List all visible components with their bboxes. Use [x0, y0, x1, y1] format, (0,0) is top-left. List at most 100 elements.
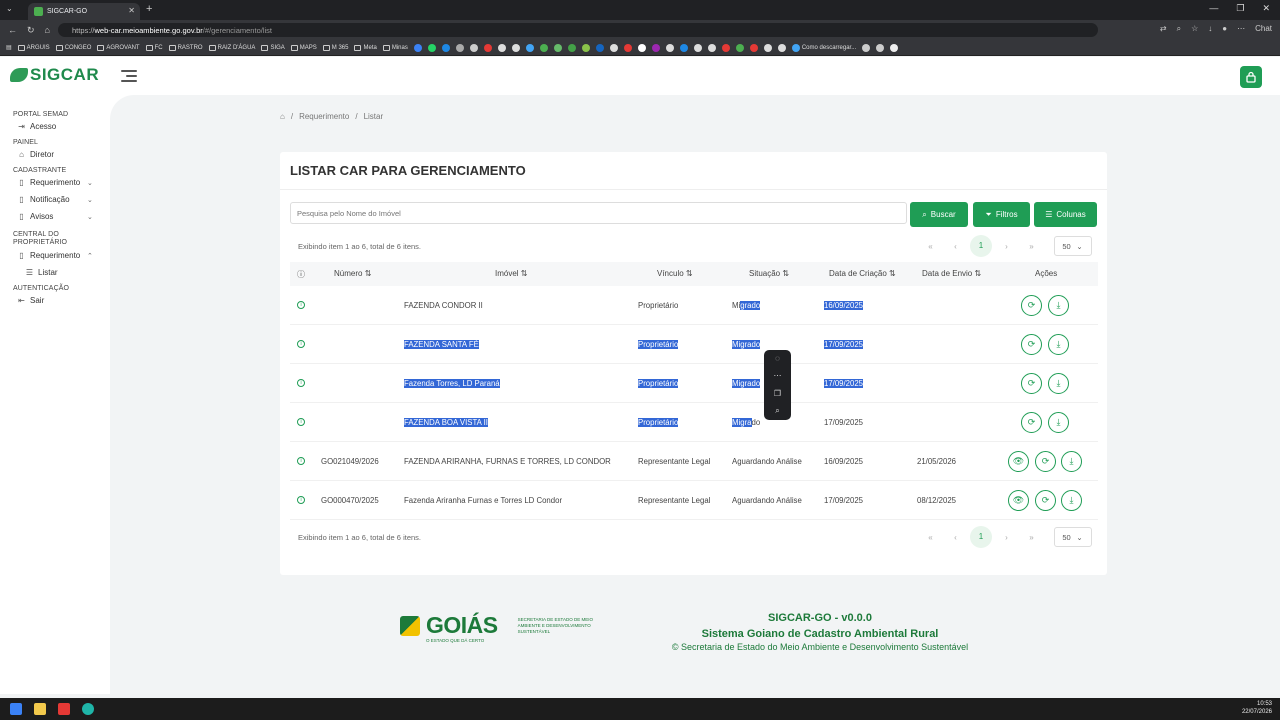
hide-icon[interactable]: ◌: [775, 354, 780, 363]
col-situacao[interactable]: Situação ⇅: [749, 269, 789, 278]
page-size-select[interactable]: 50 ⌄: [1054, 236, 1092, 256]
filtros-button[interactable]: ⏷ Filtros: [973, 202, 1030, 227]
bookmark-site-icon[interactable]: [511, 43, 520, 52]
sync-button[interactable]: ⟳: [1035, 490, 1056, 511]
page-number[interactable]: 1: [970, 235, 992, 257]
bookmark-site-icon[interactable]: [735, 43, 744, 52]
next-page-icon[interactable]: ›: [994, 242, 1019, 251]
bookmark-folder[interactable]: ARGUIS: [17, 44, 50, 51]
browser-tab[interactable]: SIGCAR-GO ✕: [28, 3, 140, 20]
bookmark-site-icon[interactable]: [441, 43, 450, 52]
bookmark-site-icon[interactable]: [763, 43, 772, 52]
table-row[interactable]: i FAZENDA SANTA FÉ Proprietário Migrado …: [290, 325, 1098, 364]
bookmark-folder[interactable]: Minas: [382, 44, 408, 51]
close-window-icon[interactable]: ✕: [1262, 3, 1270, 14]
buscar-button[interactable]: ⌕ Buscar: [910, 202, 968, 227]
info-icon[interactable]: i: [297, 457, 305, 465]
sync-button[interactable]: ⟳: [1021, 373, 1042, 394]
bookmark-site-icon[interactable]: [707, 43, 716, 52]
bookmark-site-icon[interactable]: [693, 43, 702, 52]
sync-button[interactable]: ⟳: [1035, 451, 1056, 472]
col-data-envio[interactable]: Data de Envio ⇅: [922, 269, 981, 278]
bookmark-site-icon[interactable]: [483, 43, 492, 52]
bookmark-folder[interactable]: CONGEO: [55, 44, 91, 51]
restore-icon[interactable]: ❐: [1236, 3, 1244, 14]
download-button[interactable]: ⤓: [1048, 295, 1069, 316]
sidebar-item-diretor[interactable]: ⌂ Diretor: [17, 146, 110, 163]
info-icon[interactable]: i: [297, 340, 305, 348]
favorite-star-icon[interactable]: ☆: [1191, 24, 1198, 34]
last-page-icon[interactable]: »: [1019, 533, 1044, 542]
next-page-icon[interactable]: ›: [994, 533, 1019, 542]
bookmark-site-icon[interactable]: [427, 43, 436, 52]
info-icon[interactable]: i: [297, 379, 305, 387]
bookmark-site-icon[interactable]: [749, 43, 758, 52]
lock-button[interactable]: [1240, 66, 1262, 88]
bookmark-site-icon[interactable]: [862, 43, 871, 52]
page-size-select[interactable]: 50 ⌄: [1054, 527, 1092, 547]
menu-dots-icon[interactable]: ⋯: [1237, 24, 1245, 34]
table-row[interactable]: i GO021049/2026 FAZENDA ARIRANHA, FURNAS…: [290, 442, 1098, 481]
col-data-criacao[interactable]: Data de Criação ⇅: [829, 269, 896, 278]
bookmark-site-icon[interactable]: [413, 43, 422, 52]
bookmark-site-icon[interactable]: [595, 43, 604, 52]
table-row[interactable]: i GO000470/2025 Fazenda Ariranha Furnas …: [290, 481, 1098, 520]
bookmark-site-icon[interactable]: [469, 43, 478, 52]
bookmark-site-icon[interactable]: [567, 43, 576, 52]
bookmark-folder[interactable]: MAPS: [290, 44, 317, 51]
bookmark-site-icon[interactable]: [553, 43, 562, 52]
info-icon[interactable]: i: [297, 301, 305, 309]
bookmark-site-icon[interactable]: [637, 43, 646, 52]
sidebar-item-listar[interactable]: ☰ Listar: [25, 264, 110, 281]
bookmark-folder[interactable]: RAIZ D'ÁGUA: [208, 44, 255, 51]
bookmark-site-icon[interactable]: [679, 43, 688, 52]
bookmark-site-icon[interactable]: [721, 43, 730, 52]
chat-button[interactable]: Chat: [1255, 24, 1272, 34]
sync-button[interactable]: ⟳: [1021, 334, 1042, 355]
bookmark-apps-icon[interactable]: ▤: [6, 44, 12, 51]
acrobat-icon[interactable]: [58, 703, 70, 715]
new-tab-icon[interactable]: +: [146, 3, 152, 15]
prev-page-icon[interactable]: ‹: [943, 533, 968, 542]
bookmark-folder[interactable]: RASTRO: [168, 44, 203, 51]
colunas-button[interactable]: ☰ Colunas: [1034, 202, 1097, 227]
bookmark-site-icon[interactable]: [455, 43, 464, 52]
translate-icon[interactable]: ⇄: [1160, 24, 1167, 34]
view-button[interactable]: 👁: [1008, 490, 1029, 511]
windows-start-icon[interactable]: [10, 703, 22, 715]
download-button[interactable]: ⤓: [1061, 451, 1082, 472]
bookmark-site-icon[interactable]: [651, 43, 660, 52]
tab-list-icon[interactable]: ⌄: [6, 4, 13, 13]
bookmark-site-icon[interactable]: [539, 43, 548, 52]
download-button[interactable]: ⤓: [1048, 373, 1069, 394]
download-button[interactable]: ⤓: [1048, 412, 1069, 433]
sidebar-item-requerimento[interactable]: ▯ Requerimento ⌄: [17, 174, 110, 191]
search-input[interactable]: [290, 202, 907, 224]
bookmark-site-icon[interactable]: [890, 43, 899, 52]
sidebar-item-acesso[interactable]: ⇥ Acesso: [17, 118, 110, 135]
bookmark-folder[interactable]: SIGA: [261, 44, 285, 51]
sidebar-item-avisos[interactable]: ▯ Avisos ⌄: [17, 208, 110, 225]
table-row[interactable]: i Fazenda Torres, LD Paraná Proprietário…: [290, 364, 1098, 403]
last-page-icon[interactable]: »: [1019, 242, 1044, 251]
sync-button[interactable]: ⟳: [1021, 295, 1042, 316]
back-icon[interactable]: ←: [8, 25, 17, 36]
bookmark-site-icon[interactable]: [665, 43, 674, 52]
info-icon[interactable]: i: [297, 496, 305, 504]
view-button[interactable]: 👁: [1008, 451, 1029, 472]
home-icon[interactable]: ⌂: [45, 25, 50, 36]
sidebar-item-sair[interactable]: ⇤ Sair: [17, 292, 110, 309]
edge-browser-icon[interactable]: [82, 703, 94, 715]
bookmark-link[interactable]: Como descarregar...: [791, 43, 856, 52]
breadcrumb-requerimento[interactable]: Requerimento: [299, 112, 349, 121]
bookmark-folder[interactable]: FC: [145, 44, 163, 51]
reload-icon[interactable]: ↻: [27, 25, 35, 36]
menu-toggle-icon[interactable]: [121, 70, 137, 82]
search-icon[interactable]: ⌕: [775, 406, 779, 416]
profile-icon[interactable]: ●: [1222, 24, 1227, 34]
bookmark-folder[interactable]: Meta: [354, 44, 377, 51]
copy-icon[interactable]: ❐: [774, 389, 781, 398]
bookmark-site-icon[interactable]: [623, 43, 632, 52]
bookmark-site-icon[interactable]: [609, 43, 618, 52]
bookmark-site-icon[interactable]: [876, 43, 885, 52]
